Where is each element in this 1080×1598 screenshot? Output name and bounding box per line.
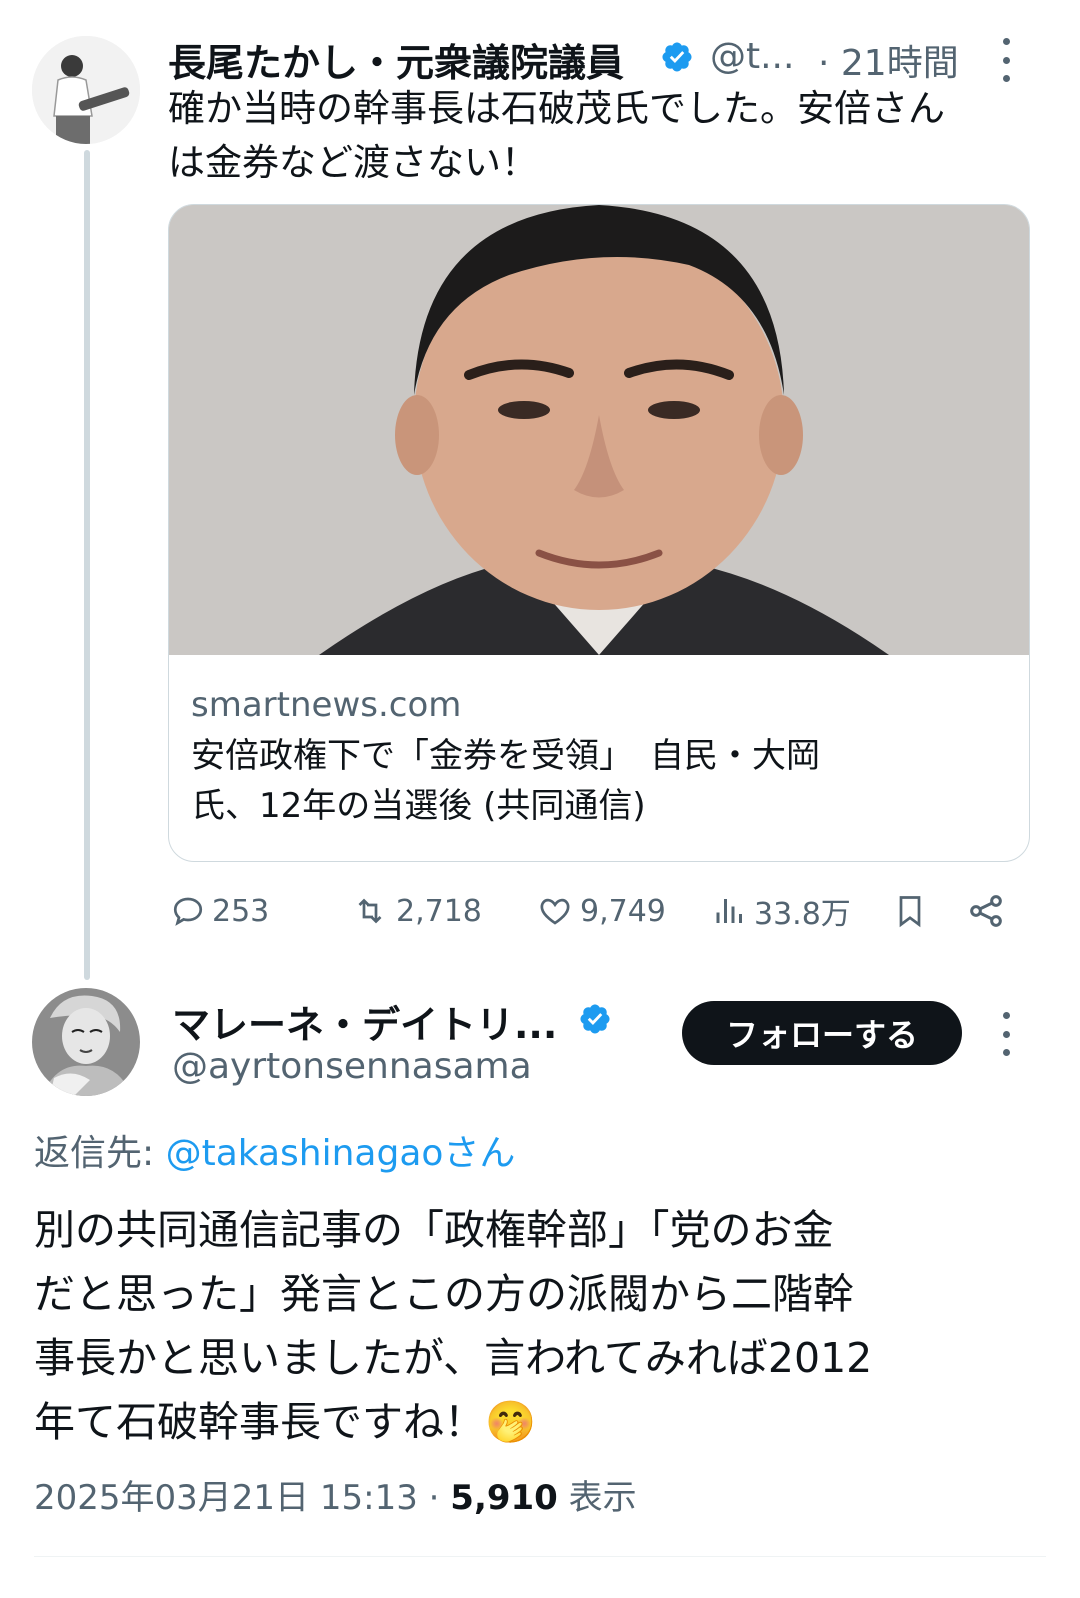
view-label: 表示 xyxy=(568,1478,637,1518)
like-icon xyxy=(540,898,570,925)
reply-text-line: 年て石破幹事長ですね！🤭 xyxy=(34,1390,1044,1454)
reply-button[interactable]: 253 xyxy=(170,886,269,936)
bookmark-button[interactable] xyxy=(892,886,928,936)
card-title-line: 安倍政権下で「金券を受領」 自民・大岡 xyxy=(191,736,820,776)
card-meta: smartnews.com 安倍政権下で「金券を受領」 自民・大岡 氏、12年の… xyxy=(191,685,1007,831)
card-image xyxy=(169,205,1029,655)
author-avatar[interactable] xyxy=(32,36,140,144)
card-title-line: 氏、12年の当選後 (共同通信) xyxy=(191,786,646,826)
reply-text: 別の共同通信記事の「政権幹部」「党のお金 だと思った」発言とこの方の派閥から二階… xyxy=(34,1198,1044,1454)
reply-text-segment: 年て石破幹事長ですね！ xyxy=(34,1398,485,1446)
replying-to-prefix: 返信先: xyxy=(34,1133,155,1174)
verified-badge-icon xyxy=(580,1004,610,1034)
tweet-text-line: 確か当時の幹事長は石破茂氏でした。安倍さん xyxy=(168,87,945,130)
views-button[interactable]: 33.8万 xyxy=(712,886,851,936)
reply-text-line: 別の共同通信記事の「政権幹部」「党のお金 xyxy=(34,1206,834,1254)
reply-text-line: 事長かと思いましたが、言われてみれば2012 xyxy=(34,1334,873,1382)
card-domain: smartnews.com xyxy=(191,685,462,725)
reply-author-avatar[interactable] xyxy=(32,988,140,1096)
views-icon xyxy=(716,899,742,923)
repost-icon xyxy=(358,898,382,924)
author-name[interactable]: 長尾たかし・元衆議院議員 xyxy=(168,32,624,87)
tweet-text: 確か当時の幹事長は石破茂氏でした。安倍さん は金券など渡さない！ xyxy=(168,82,1048,190)
replying-to: 返信先: @takashinagaoさん xyxy=(34,1124,515,1176)
reply-icon xyxy=(173,897,203,926)
view-count: 5,910 xyxy=(450,1478,558,1518)
more-icon[interactable] xyxy=(996,38,1016,82)
tweet-footer: 2025年03月21日 15:13 · 5,910 表示 xyxy=(34,1470,637,1519)
share-icon xyxy=(970,895,1002,927)
thread-line xyxy=(84,150,90,980)
tweet-text-line: は金券など渡さない！ xyxy=(168,141,538,184)
card-title: 安倍政権下で「金券を受領」 自民・大岡 氏、12年の当選後 (共同通信) xyxy=(191,731,1007,831)
verified-badge-icon xyxy=(662,42,692,72)
bookmark-icon xyxy=(899,896,921,928)
more-icon[interactable] xyxy=(996,1012,1016,1056)
like-button[interactable]: 9,749 xyxy=(536,886,666,936)
timestamp[interactable]: 2025年03月21日 15:13 xyxy=(34,1478,418,1518)
link-card[interactable]: smartnews.com 安倍政権下で「金券を受領」 自民・大岡 氏、12年の… xyxy=(168,204,1030,862)
reply-author-name[interactable]: マレーネ・デイトリ... xyxy=(172,994,557,1049)
repost-count: 2,718 xyxy=(396,893,482,929)
like-count: 9,749 xyxy=(580,893,666,929)
reply-author-handle[interactable]: @ayrtonsennasama xyxy=(172,1046,532,1087)
emoji-hand-over-mouth-icon: 🤭 xyxy=(485,1398,537,1446)
follow-button[interactable]: フォローする xyxy=(682,1001,962,1065)
reply-count: 253 xyxy=(212,893,270,929)
replying-to-handle[interactable]: @takashinagaoさん xyxy=(166,1133,516,1174)
repost-button[interactable]: 2,718 xyxy=(350,886,482,936)
reply-text-line: だと思った」発言とこの方の派閥から二階幹 xyxy=(34,1270,854,1318)
author-handle[interactable]: @t... xyxy=(710,36,794,77)
separator-dot: · xyxy=(428,1478,440,1518)
divider xyxy=(34,1556,1046,1557)
views-count: 33.8万 xyxy=(754,897,851,932)
share-button[interactable] xyxy=(966,886,1006,936)
tweet-time[interactable]: · 21時間 xyxy=(818,34,959,86)
